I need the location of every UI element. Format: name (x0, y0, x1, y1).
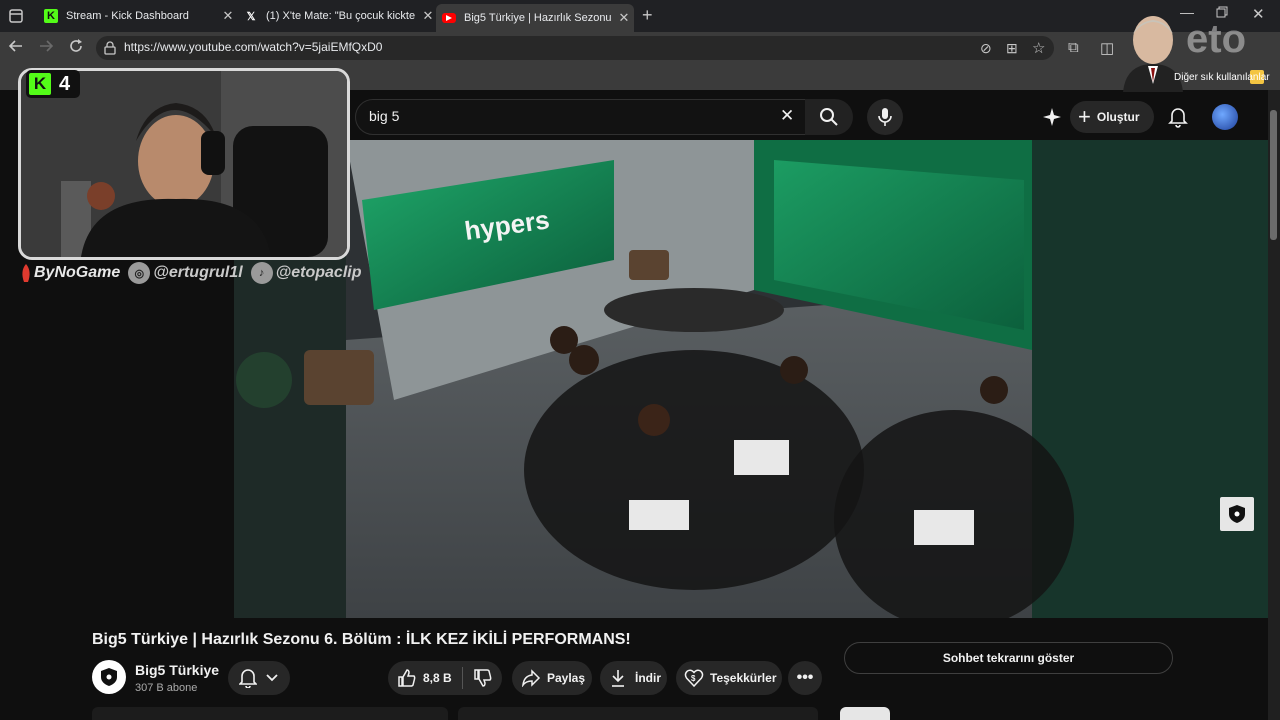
tiktok-label: @etopaclip (275, 264, 362, 281)
search-input[interactable] (355, 99, 807, 135)
x-icon: 𝕏 (246, 10, 256, 23)
download-icon (612, 670, 624, 687)
filter-chip-all[interactable] (840, 707, 890, 720)
like-count: 8,8 B (423, 671, 452, 685)
tab-x-post[interactable]: 𝕏 (1) X'te Mate: "Bu çocuk kickte bi... … (238, 4, 436, 28)
thanks-button[interactable]: $ Teşekkürler (676, 661, 782, 695)
instagram-label: @ertugrul1l (153, 264, 243, 281)
tiktok-handle: ♪ @etopaclip (250, 262, 362, 284)
tab-youtube-active[interactable]: Big5 Türkiye | Hazırlık Sezonu 6. B... ✕ (436, 4, 634, 32)
back-icon[interactable] (8, 38, 24, 54)
clear-search-icon[interactable]: ✕ (780, 106, 794, 126)
forward-icon[interactable] (38, 38, 54, 54)
notifications-bell-icon[interactable] (1168, 106, 1188, 128)
favorite-star-icon[interactable]: ☆ (1032, 39, 1045, 57)
like-button[interactable]: 8,8 B (397, 668, 452, 688)
description-panel[interactable] (92, 707, 448, 720)
mic-icon (878, 108, 892, 126)
close-tab-icon[interactable]: ✕ (220, 8, 236, 24)
url-text[interactable]: https://www.youtube.com/watch?v=5jaiEMfQ… (124, 40, 382, 54)
create-label: Oluştur (1096, 110, 1140, 124)
channel-name[interactable]: Big5 Türkiye (135, 662, 219, 678)
comments-panel[interactable] (458, 707, 818, 720)
search-button[interactable] (805, 99, 853, 135)
youtube-icon (442, 13, 456, 23)
voice-search-button[interactable] (867, 99, 903, 135)
tab-bar: K Stream - Kick Dashboard ✕ 𝕏 (1) X'te M… (0, 0, 1280, 32)
tab-kick-dashboard[interactable]: K Stream - Kick Dashboard ✕ (38, 4, 236, 28)
viewer-count: 4 (59, 72, 71, 95)
close-tab-icon[interactable]: ✕ (420, 8, 436, 24)
dislike-button[interactable] (473, 668, 493, 688)
more-icon: ••• (796, 669, 814, 686)
watermark-text: eto (1186, 17, 1246, 61)
subscriber-count: 307 B abone (135, 682, 198, 694)
download-label: İndir (635, 671, 661, 685)
search-icon (820, 108, 838, 126)
chips-strip (92, 707, 1192, 720)
plus-icon: + (1078, 104, 1091, 129)
tab-label: (1) X'te Mate: "Bu çocuk kickte bi... (266, 10, 416, 22)
video-title: Big5 Türkiye | Hazırlık Sezonu 6. Bölüm … (92, 631, 631, 648)
other-bookmarks-label[interactable]: Diğer sık kullanılanlar (1174, 72, 1270, 83)
account-avatar[interactable] (1212, 104, 1238, 130)
instagram-icon: ◎ (128, 262, 151, 284)
tab-label: Big5 Türkiye | Hazırlık Sezonu 6. B... (464, 12, 612, 24)
video-player[interactable]: hypers (234, 140, 1268, 618)
share-label: Paylaş (547, 671, 586, 685)
thumbs-up-icon (398, 669, 416, 687)
chevron-down-icon (266, 674, 278, 682)
like-dislike-group: 8,8 B (388, 661, 502, 695)
kick-icon: K (44, 9, 58, 23)
create-spark-icon[interactable] (1042, 107, 1062, 127)
thanks-label: Teşekkürler (710, 671, 777, 685)
video-frame: hypers (234, 140, 1268, 618)
tiktok-icon: ♪ (250, 262, 273, 284)
divider (461, 667, 463, 689)
instagram-handle: ◎ @ertugrul1l (128, 262, 243, 284)
close-tab-icon[interactable]: ✕ (616, 10, 632, 26)
tab-label: Stream - Kick Dashboard (66, 10, 189, 22)
channel-logo-icon (101, 668, 117, 686)
extensions-icon[interactable]: ⧉ (1068, 39, 1079, 56)
search-value[interactable]: big 5 (369, 108, 399, 124)
refresh-icon[interactable] (68, 38, 84, 54)
chat-replay-label: Sohbet tekrarını göster (942, 651, 1075, 665)
channel-watermark-button[interactable] (1220, 497, 1254, 531)
scrollbar-thumb[interactable] (1270, 110, 1277, 240)
bynogame-brand: ByNoGame (18, 263, 120, 283)
shield-icon (1229, 505, 1245, 523)
bell-icon (239, 669, 257, 688)
split-screen-icon[interactable]: ◫ (1100, 39, 1114, 57)
channel-avatar[interactable] (92, 660, 126, 694)
share-icon (522, 669, 541, 687)
subscribe-bell-button[interactable] (228, 661, 290, 695)
chat-replay-button[interactable]: Sohbet tekrarını göster (844, 642, 1173, 674)
social-handles: ByNoGame ◎ @ertugrul1l ♪ @etopaclip (18, 262, 369, 284)
download-button[interactable]: İndir (600, 661, 667, 695)
more-actions-button[interactable]: ••• (788, 661, 822, 695)
create-button[interactable]: + Oluştur (1070, 101, 1154, 133)
svg-text:$: $ (691, 674, 696, 683)
share-button[interactable]: Paylaş (512, 661, 592, 695)
brand-label: ByNoGame (34, 264, 121, 281)
apps-icon[interactable]: ⊞ (1006, 40, 1018, 57)
new-tab-icon[interactable]: + (642, 5, 653, 26)
lock-icon[interactable] (104, 41, 116, 55)
kick-viewer-badge: K 4 (26, 70, 80, 98)
flame-logo-icon (22, 264, 30, 282)
thumbs-down-icon (473, 669, 492, 687)
heart-dollar-icon: $ (684, 669, 704, 688)
translate-icon[interactable]: ⊘ (980, 40, 992, 57)
kick-logo-icon: K (29, 73, 51, 95)
tab-actions-icon[interactable] (8, 8, 24, 24)
